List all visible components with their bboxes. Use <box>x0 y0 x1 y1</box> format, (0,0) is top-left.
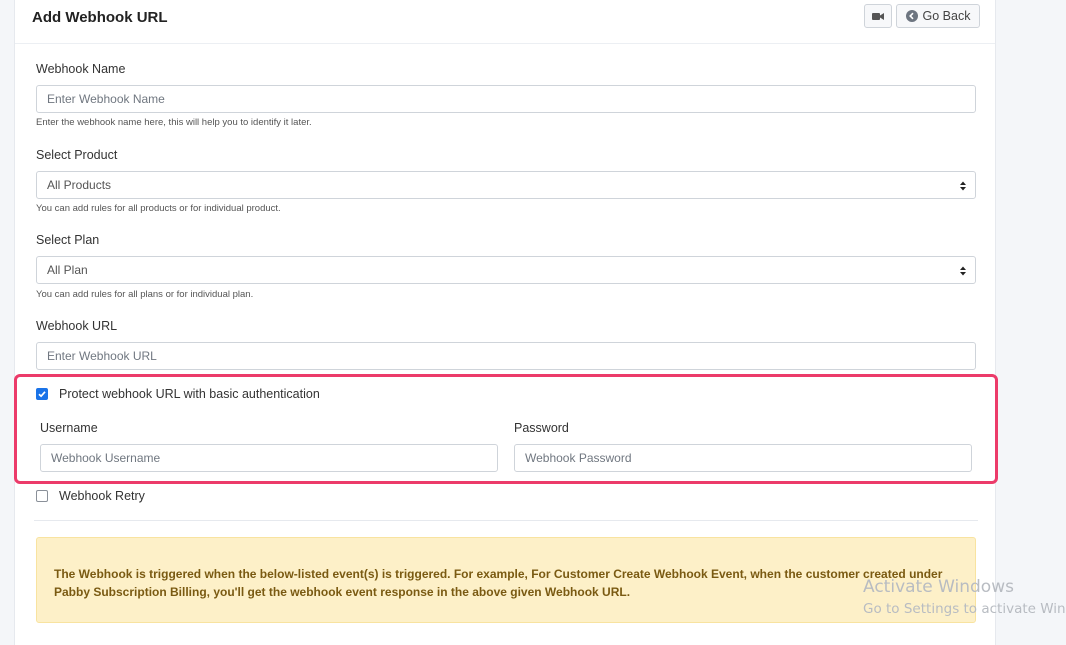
video-camera-icon <box>872 12 884 20</box>
video-button[interactable] <box>864 4 892 28</box>
basic-auth-label: Protect webhook URL with basic authentic… <box>59 387 320 401</box>
select-plan-help: You can add rules for all plans or for i… <box>36 289 254 300</box>
select-plan-value: All Plan <box>47 263 88 277</box>
page-title: Add Webhook URL <box>32 9 168 26</box>
checkmark-icon <box>38 391 46 398</box>
webhook-info-alert: The Webhook is triggered when the below-… <box>36 537 976 623</box>
password-input[interactable] <box>514 444 972 472</box>
watermark-subtitle: Go to Settings to activate Windows. <box>863 601 1066 617</box>
username-input[interactable] <box>40 444 498 472</box>
section-divider <box>34 520 978 521</box>
webhook-info-text: The Webhook is triggered when the below-… <box>54 567 943 599</box>
username-label: Username <box>40 421 98 435</box>
arrow-left-circle-icon <box>905 10 918 22</box>
webhook-url-label: Webhook URL <box>36 319 118 333</box>
webhook-name-label: Webhook Name <box>36 62 126 76</box>
select-plan-label: Select Plan <box>36 233 100 247</box>
select-plan-dropdown[interactable]: All Plan <box>36 256 976 284</box>
webhook-name-input[interactable] <box>36 85 976 113</box>
select-product-dropdown[interactable]: All Products <box>36 171 976 199</box>
select-product-value: All Products <box>47 178 112 192</box>
webhook-url-input[interactable] <box>36 342 976 370</box>
card-header: Add Webhook URL Go Back <box>15 0 995 44</box>
select-product-label: Select Product <box>36 148 118 162</box>
go-back-button[interactable]: Go Back <box>896 4 980 28</box>
webhook-name-help: Enter the webhook name here, this will h… <box>36 117 312 128</box>
webhook-retry-label: Webhook Retry <box>59 489 145 503</box>
watermark-title: Activate Windows <box>863 577 1014 597</box>
sort-arrows-icon <box>960 181 966 191</box>
sort-arrows-icon <box>960 266 966 276</box>
password-label: Password <box>514 421 569 435</box>
select-product-help: You can add rules for all products or fo… <box>36 203 281 214</box>
webhook-form-card: Add Webhook URL Go Back Webhook Name Ent… <box>14 0 998 645</box>
basic-auth-checkbox[interactable] <box>36 388 48 400</box>
go-back-label: Go Back <box>922 9 971 23</box>
webhook-retry-checkbox[interactable] <box>36 490 48 502</box>
windows-activation-watermark: Activate Windows Go to Settings to activ… <box>863 577 1066 619</box>
